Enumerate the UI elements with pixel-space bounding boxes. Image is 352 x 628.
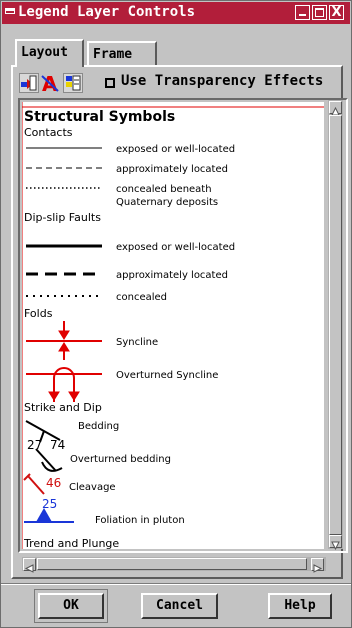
contact-approx-label: approximately located: [116, 164, 228, 175]
overturned-bedding-symbol: [35, 448, 63, 472]
scroll-down-icon[interactable]: [329, 535, 342, 551]
contact-exposed-label: exposed or well-located: [116, 144, 235, 155]
overturned-dip-number: 74: [50, 438, 65, 452]
contact-concealed-label: concealed beneath: [116, 184, 212, 195]
folds-heading: Folds: [24, 307, 53, 320]
cleavage-number: 46: [46, 476, 61, 490]
legend-layer-controls-window: Legend Layer Controls X Layout Frame A: [0, 0, 352, 628]
add-legend-item-icon[interactable]: [19, 73, 39, 93]
transparency-label: Use Transparency Effects: [121, 73, 324, 89]
syncline-symbol: [26, 321, 102, 360]
legend-toolbar: A Use Transparency Effects: [19, 72, 339, 96]
button-separator: [1, 583, 351, 585]
tab-layout[interactable]: Layout: [15, 39, 84, 67]
scroll-right-icon[interactable]: [311, 558, 324, 573]
horizontal-scroll-thumb[interactable]: [37, 558, 307, 570]
legend-preview: Structural Symbols Contacts exposed or w…: [22, 102, 324, 549]
overturned-syncline-symbol: [26, 367, 102, 402]
color-palette-icon[interactable]: [63, 73, 83, 93]
legend-title: Structural Symbols: [24, 109, 175, 125]
vertical-scrollbar[interactable]: [328, 100, 343, 551]
minimize-icon[interactable]: [295, 5, 310, 20]
bedding-label: Bedding: [78, 421, 119, 432]
fault-concealed-label: concealed: [116, 292, 167, 303]
scroll-left-icon[interactable]: [23, 558, 36, 573]
window-title: Legend Layer Controls: [18, 4, 196, 20]
foliation-label: Foliation in pluton: [95, 515, 185, 526]
maximize-icon[interactable]: [312, 5, 327, 20]
scroll-up-icon[interactable]: [329, 101, 342, 116]
text-style-icon[interactable]: A: [40, 72, 60, 96]
fault-approx-label: approximately located: [116, 270, 228, 281]
trend-heading: Trend and Plunge: [23, 537, 119, 549]
vertical-scroll-thumb[interactable]: [329, 115, 342, 535]
cleavage-label: Cleavage: [69, 482, 116, 493]
window-menu-icon[interactable]: [5, 8, 15, 14]
close-icon[interactable]: X: [329, 5, 344, 20]
horizontal-scrollbar[interactable]: [22, 557, 326, 573]
overturned-syncline-label: Overturned Syncline: [116, 370, 218, 381]
overturned-bedding-label: Overturned bedding: [70, 454, 171, 465]
fault-exposed-label: exposed or well-located: [116, 242, 235, 253]
contacts-heading: Contacts: [24, 126, 73, 139]
tab-frame[interactable]: Frame: [87, 41, 157, 65]
ok-button[interactable]: OK: [38, 593, 104, 619]
faults-heading: Dip-slip Faults: [24, 211, 101, 224]
title-bar[interactable]: Legend Layer Controls X: [2, 2, 350, 24]
bedding-dip-number: 27: [27, 438, 42, 452]
transparency-checkbox[interactable]: [105, 78, 115, 88]
cancel-button[interactable]: Cancel: [141, 593, 218, 619]
cleavage-symbol: [23, 473, 45, 495]
syncline-label: Syncline: [116, 337, 158, 348]
help-button[interactable]: Help: [268, 593, 332, 619]
contact-concealed-label-2: Quaternary deposits: [116, 197, 218, 208]
strike-heading: Strike and Dip: [24, 401, 102, 414]
